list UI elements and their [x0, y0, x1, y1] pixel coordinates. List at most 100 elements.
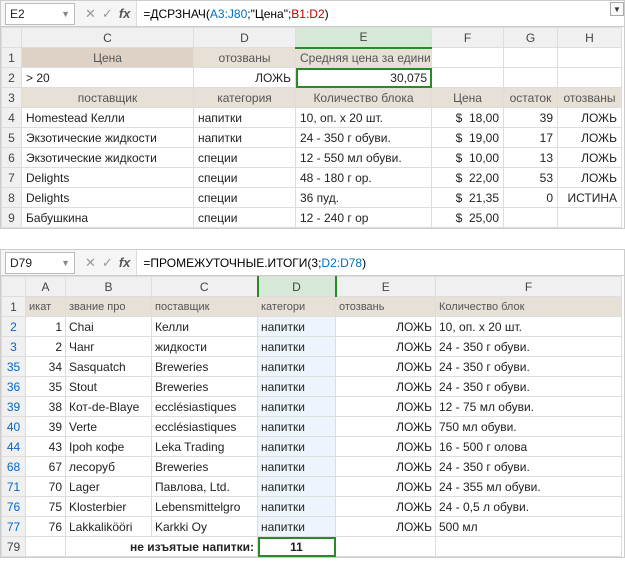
cell[interactable]: ЛОЖЬ — [336, 477, 436, 497]
cell[interactable]: 10, оп. x 20 шт. — [436, 317, 622, 337]
cell[interactable]: 34 — [26, 357, 66, 377]
cell[interactable]: ИСТИНА — [558, 188, 622, 208]
cell[interactable]: специи — [194, 188, 296, 208]
cell[interactable]: Цена — [22, 48, 194, 68]
cell[interactable]: напитки — [258, 317, 336, 337]
cell[interactable]: 12 - 75 мл обуви. — [436, 397, 622, 417]
cell[interactable]: $ 19,00 — [432, 128, 504, 148]
cell[interactable]: категория — [194, 88, 296, 108]
cell[interactable]: ЛОЖЬ — [336, 357, 436, 377]
enter-icon[interactable]: ✓ — [102, 255, 113, 271]
row-header[interactable]: 3 — [2, 88, 22, 108]
cell[interactable]: напитки — [258, 437, 336, 457]
col-header-g[interactable]: G — [504, 28, 558, 48]
cell[interactable]: ЛОЖЬ — [336, 417, 436, 437]
row-header[interactable]: 76 — [2, 497, 26, 517]
row-header[interactable]: 9 — [2, 208, 22, 228]
cell[interactable]: ЛОЖЬ — [336, 377, 436, 397]
filter-header[interactable]: звание про▼ — [66, 297, 152, 317]
col-header-b[interactable]: B — [66, 277, 152, 297]
cell[interactable]: Delights — [22, 168, 194, 188]
cell[interactable]: 48 - 180 г ор. — [296, 168, 432, 188]
row-header[interactable]: 2 — [2, 68, 22, 88]
cell[interactable]: Leka Trading — [152, 437, 258, 457]
row-header[interactable]: 1 — [2, 297, 26, 317]
chevron-down-icon[interactable]: ▼ — [61, 9, 70, 19]
cell[interactable]: 35 — [26, 377, 66, 397]
cell[interactable]: 70 — [26, 477, 66, 497]
cell[interactable]: Lager — [66, 477, 152, 497]
row-header[interactable]: 68 — [2, 457, 26, 477]
name-box[interactable]: D79 ▼ — [5, 252, 75, 274]
cell[interactable]: ЛОЖЬ — [558, 108, 622, 128]
cell[interactable]: 2 — [26, 337, 66, 357]
row-header[interactable]: 3 — [2, 337, 26, 357]
cell[interactable]: напитки — [258, 477, 336, 497]
formula-input[interactable]: =ДСРЗНАЧ(A3:J80;"Цена";B1:D2) — [136, 1, 624, 26]
fx-icon[interactable]: fx — [119, 6, 131, 21]
cell[interactable]: $ 18,00 — [432, 108, 504, 128]
cell[interactable]: 53 — [504, 168, 558, 188]
cell[interactable]: напитки — [194, 128, 296, 148]
cell[interactable]: Кот-de-Blaye — [66, 397, 152, 417]
cell[interactable]: 24 - 350 г обуви. — [436, 377, 622, 397]
row-header[interactable]: 36 — [2, 377, 26, 397]
filter-header[interactable]: поставщик▼ — [152, 297, 258, 317]
cell[interactable] — [26, 537, 66, 557]
col-header-e[interactable]: E — [336, 277, 436, 297]
cell[interactable]: напитки — [194, 108, 296, 128]
cell[interactable]: напитки — [258, 517, 336, 537]
cell[interactable] — [336, 537, 436, 557]
cell[interactable]: Количество блока — [296, 88, 432, 108]
cell[interactable]: ЛОЖЬ — [558, 148, 622, 168]
cell[interactable] — [432, 48, 504, 68]
row-header[interactable]: 44 — [2, 437, 26, 457]
cell[interactable]: Келли — [152, 317, 258, 337]
select-all[interactable] — [2, 277, 26, 297]
cell[interactable]: напитки — [258, 497, 336, 517]
cell[interactable]: Бабушкина — [22, 208, 194, 228]
cell[interactable]: ЛОЖЬ — [336, 497, 436, 517]
cell[interactable]: Средняя цена за единицу — [296, 48, 432, 68]
cell[interactable] — [558, 48, 622, 68]
cell[interactable]: Verte — [66, 417, 152, 437]
cell[interactable]: ecclésiastiques — [152, 417, 258, 437]
enter-icon[interactable]: ✓ — [102, 6, 113, 22]
cell[interactable]: 13 — [504, 148, 558, 168]
cell[interactable] — [504, 68, 558, 88]
cell[interactable]: ecclésiastiques — [152, 397, 258, 417]
cell[interactable]: 24 - 350 г обуви. — [296, 128, 432, 148]
cell[interactable]: $ 25,00 — [432, 208, 504, 228]
col-header-d[interactable]: D — [258, 277, 336, 297]
filter-header[interactable]: категори▼ — [258, 297, 336, 317]
cell[interactable]: поставщик — [22, 88, 194, 108]
cancel-icon[interactable]: ✕ — [85, 255, 96, 271]
cell[interactable] — [558, 208, 622, 228]
cell[interactable]: ЛОЖЬ — [336, 517, 436, 537]
cell[interactable]: лесоруб — [66, 457, 152, 477]
col-header-h[interactable]: H — [558, 28, 622, 48]
row-header[interactable]: 6 — [2, 148, 22, 168]
col-header-a[interactable]: A — [26, 277, 66, 297]
cell[interactable]: остаток — [504, 88, 558, 108]
row-header[interactable]: 5 — [2, 128, 22, 148]
cell[interactable]: ЛОЖЬ — [336, 317, 436, 337]
row-header[interactable]: 8 — [2, 188, 22, 208]
cell[interactable]: 500 мл — [436, 517, 622, 537]
cell[interactable]: ЛОЖЬ — [336, 397, 436, 417]
filter-header[interactable]: Количество блок▼ — [436, 297, 622, 317]
cell[interactable]: Klosterbier — [66, 497, 152, 517]
cell[interactable]: 24 - 0,5 л обуви. — [436, 497, 622, 517]
cell[interactable]: 75 — [26, 497, 66, 517]
select-all[interactable] — [2, 28, 22, 48]
cell[interactable]: ЛОЖЬ — [558, 128, 622, 148]
cell[interactable]: > 20 — [22, 68, 194, 88]
summary-label[interactable]: не изъятые напитки: — [66, 537, 258, 557]
cell[interactable]: 12 - 550 мл обуви. — [296, 148, 432, 168]
col-header-d[interactable]: D — [194, 28, 296, 48]
cell[interactable]: 16 - 500 г олова — [436, 437, 622, 457]
cell[interactable]: Чанг — [66, 337, 152, 357]
cell[interactable]: ЛОЖЬ — [336, 337, 436, 357]
cell[interactable]: 10, оп. x 20 шт. — [296, 108, 432, 128]
active-cell[interactable]: 11 — [258, 537, 336, 557]
